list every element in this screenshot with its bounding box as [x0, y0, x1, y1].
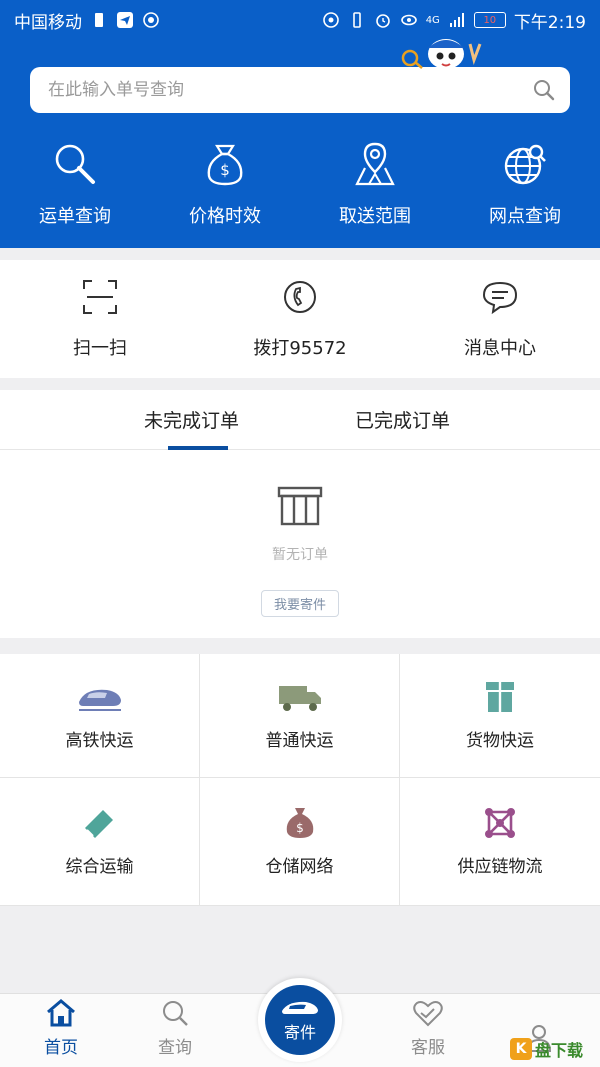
- nav-home[interactable]: 首页: [16, 994, 106, 1067]
- service-label: 高铁快运: [65, 731, 134, 751]
- service-label: 综合运输: [65, 857, 134, 877]
- service-integrated-transport[interactable]: 综合运输: [0, 778, 200, 906]
- signal-icon: [449, 13, 464, 27]
- phone-icon: [284, 281, 316, 313]
- status-bar: 中国移动 4G 10 下午2:19: [0, 0, 600, 40]
- watermark-logo-icon: K: [510, 1038, 532, 1060]
- send-fab[interactable]: 寄件: [258, 978, 342, 1062]
- chat-icon: [482, 281, 518, 315]
- truck-icon: [278, 686, 321, 711]
- quick-actions: 运单查询 $ 价格时效 取送范围 网点查询: [0, 140, 600, 228]
- eye-icon: [400, 14, 417, 26]
- quick-action-label: 网点查询: [489, 206, 561, 227]
- money-bag-icon: $: [207, 144, 243, 186]
- empty-orders: 暂无订单 我要寄件: [0, 486, 600, 617]
- call-button[interactable]: 拨打95572: [200, 260, 400, 378]
- send-parcel-button[interactable]: 我要寄件: [260, 590, 339, 617]
- service-regular-express[interactable]: 普通快运: [200, 654, 400, 778]
- message-center-label: 消息中心: [464, 338, 536, 359]
- orders-panel: 未完成订单 已完成订单 暂无订单 我要寄件: [0, 390, 600, 638]
- mascot-icon: [401, 39, 482, 69]
- quick-action-label: 价格时效: [189, 206, 261, 227]
- watermark: K 盘下载: [510, 1036, 596, 1062]
- header: 运单查询 $ 价格时效 取送范围 网点查询: [0, 39, 600, 248]
- search-input[interactable]: [48, 80, 532, 100]
- quick-action-outlets[interactable]: 网点查询: [450, 140, 600, 228]
- nfc-icon: [322, 12, 339, 28]
- svg-text:$: $: [296, 821, 304, 835]
- scan-icon: [83, 280, 117, 314]
- search-bar[interactable]: [30, 67, 570, 113]
- nav-service[interactable]: 客服: [383, 994, 473, 1067]
- quick-action-range[interactable]: 取送范围: [300, 140, 450, 228]
- nav-service-label: 客服: [411, 1038, 445, 1058]
- watermark-text: 盘下载: [535, 1041, 584, 1060]
- hotspot-icon: [143, 12, 159, 28]
- high-speed-train-icon: [282, 1001, 318, 1014]
- nav-query[interactable]: 查询: [130, 994, 220, 1067]
- money-bag-icon: $: [286, 808, 313, 838]
- ticket-icon: [84, 810, 113, 838]
- nav-home-label: 首页: [44, 1038, 78, 1058]
- secondary-actions: 扫一扫 拨打95572 消息中心: [0, 260, 600, 378]
- service-label: 货物快运: [466, 731, 534, 751]
- service-supply-chain[interactable]: 供应链物流: [400, 778, 600, 906]
- search-icon: [55, 144, 95, 184]
- service-label: 普通快运: [265, 731, 334, 751]
- handshake-heart-icon: [413, 1001, 443, 1027]
- search-icon: [163, 1001, 188, 1026]
- high-speed-train-icon: [78, 689, 121, 711]
- services-grid: 高铁快运 普通快运 货物快运 综合运输 $ 仓储网络 供应链物流: [0, 654, 600, 906]
- telegram-icon: [117, 12, 133, 28]
- nav-query-label: 查询: [158, 1038, 192, 1058]
- empty-orders-text: 暂无订单: [272, 547, 328, 563]
- scan-label: 扫一扫: [73, 338, 127, 359]
- tab-pending-orders[interactable]: 未完成订单: [144, 406, 239, 433]
- battery-level: 10: [483, 14, 497, 26]
- network-type: 4G: [425, 14, 440, 26]
- alarm-icon: [375, 14, 390, 28]
- message-center-button[interactable]: 消息中心: [400, 260, 600, 378]
- call-label: 拨打95572: [253, 338, 347, 359]
- tab-completed-orders[interactable]: 已完成订单: [355, 406, 450, 433]
- tab-indicator: [168, 446, 228, 450]
- clock: 下午2:19: [513, 12, 586, 33]
- carrier-label: 中国移动: [14, 12, 82, 33]
- empty-box-icon: [277, 486, 323, 526]
- service-label: 供应链物流: [457, 857, 543, 877]
- service-warehouse-network[interactable]: $ 仓储网络: [200, 778, 400, 906]
- map-pin-icon: [355, 142, 395, 186]
- search-icon[interactable]: [532, 78, 556, 102]
- quick-action-price[interactable]: $ 价格时效: [150, 140, 300, 228]
- quick-action-label: 取送范围: [339, 206, 411, 227]
- home-icon: [47, 999, 75, 1027]
- scan-button[interactable]: 扫一扫: [0, 260, 200, 378]
- service-label: 仓储网络: [265, 857, 334, 877]
- battery-alert-icon: [95, 13, 103, 27]
- send-fab-inner: 寄件: [265, 985, 335, 1055]
- quick-action-label: 运单查询: [39, 206, 111, 227]
- vibrate-icon: [352, 12, 361, 28]
- parcel-icon: [486, 682, 514, 712]
- service-cargo-express[interactable]: 货物快运: [400, 654, 600, 778]
- network-icon: [485, 808, 515, 838]
- svg-text:$: $: [220, 161, 230, 179]
- battery-indicator: 10: [473, 12, 506, 28]
- quick-action-waybill[interactable]: 运单查询: [0, 140, 150, 228]
- order-tabs: 未完成订单 已完成订单: [0, 390, 600, 450]
- globe-search-icon: [504, 144, 546, 185]
- send-fab-label: 寄件: [283, 1023, 316, 1042]
- service-high-speed-rail[interactable]: 高铁快运: [0, 654, 200, 778]
